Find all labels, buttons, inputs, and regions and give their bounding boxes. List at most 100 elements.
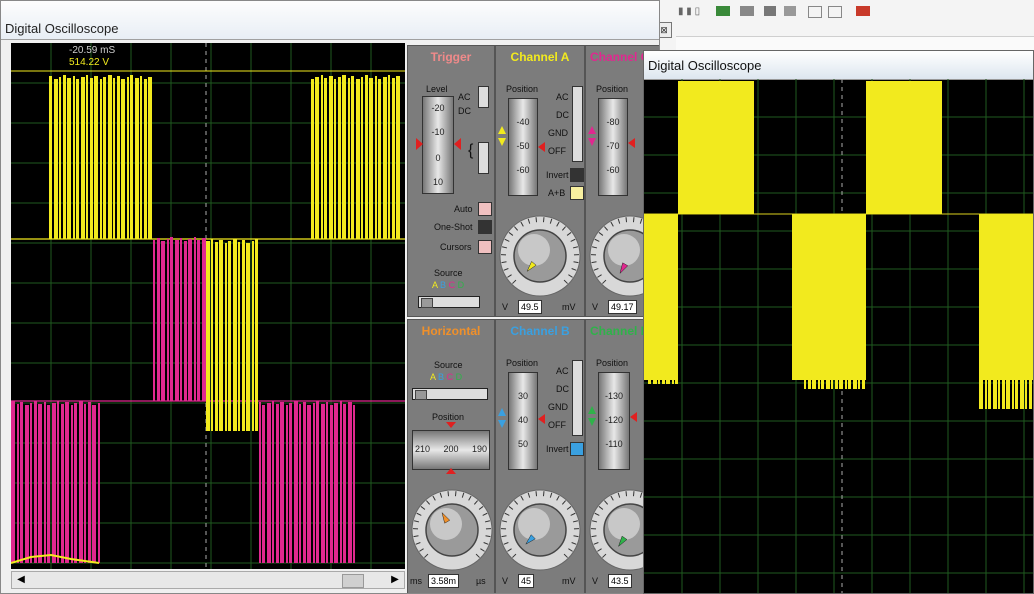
channel-c-burst [17,404,19,563]
position-marker-icon [446,422,456,428]
channel-a-burst [228,241,231,431]
channel-c-position-drum[interactable]: -80 -70 -60 [598,98,628,196]
channel-c-burst [353,405,355,563]
position-up-icon[interactable] [498,126,506,134]
position-down-icon[interactable] [498,138,506,146]
aplusb-label: A+B [548,188,566,198]
timebase-knob[interactable] [410,476,494,581]
horizontal-position-drum[interactable]: 210 200 190 [412,430,490,470]
channel-a-burst [979,214,983,409]
toolbar-icon[interactable] [740,6,754,16]
channel-a-burst [206,241,210,431]
scroll-left-icon[interactable]: ◀ [14,573,28,587]
toolbar-icon[interactable] [856,6,870,16]
dial-tick [447,491,450,497]
horizontal-source-slider[interactable] [412,388,488,400]
coupling-switch[interactable] [572,360,583,436]
auto-button[interactable] [478,202,492,216]
channel-c-burst [175,240,179,401]
channel-a-burst [144,79,147,239]
channel-a-burst [1025,214,1027,409]
channel-a-burst [86,75,88,239]
position-up-icon[interactable] [498,408,506,416]
coupling-switch[interactable] [572,86,583,162]
source-d-label: D [455,372,463,382]
toolbar-icon[interactable] [784,6,796,16]
ac-dc-switch[interactable] [478,86,489,108]
scroll-right-icon[interactable]: ▶ [388,573,402,587]
source-a-label: A [430,372,436,382]
channel-a-burst [215,242,218,431]
channel-a-position-drum[interactable]: -40 -50 -60 [508,98,538,196]
toolbar-icon[interactable] [808,6,822,18]
dial-tick [535,217,538,223]
channel-a-title: Channel A [510,50,570,64]
channel-d-value[interactable]: 43.5 [608,574,632,588]
toolbar-icon[interactable] [828,6,842,18]
invert-button[interactable] [570,168,584,182]
toolbar-icon[interactable] [716,6,730,16]
channel-a-volts-knob[interactable] [498,202,584,307]
channel-b-volts-knob[interactable] [498,476,584,581]
source-label: Source [434,268,463,278]
position-down-icon[interactable] [588,138,596,146]
one-shot-button[interactable] [478,220,492,234]
channel-c-burst [92,405,96,563]
horizontal-scrollbar[interactable]: ◀ ▶ [11,571,405,589]
channel-c-burst [313,403,315,563]
channel-b-value[interactable]: 45 [518,574,535,588]
channel-c-burst [334,403,338,563]
channel-a-burst [211,239,213,431]
channel-a-burst [835,218,838,389]
channel-c-burst [74,403,77,563]
channel-a-burst [831,215,833,389]
off-label: OFF [548,420,566,430]
channel-c-value[interactable]: 49.17 [608,300,637,314]
scope-trace-area[interactable] [644,79,1034,594]
toolbar-icon[interactable] [764,6,776,16]
channel-a-burst [985,217,987,409]
invert-button[interactable] [570,442,584,456]
source-slider[interactable] [418,296,480,308]
channel-c-burst [303,402,306,563]
channel-c-burst [30,403,32,563]
channel-a-burst [73,76,75,239]
level-drum[interactable]: -20 -10 0 10 [422,96,454,194]
unit-right-label: µs [476,576,486,586]
channel-d-position-drum[interactable]: -130 -120 -110 [598,372,630,470]
channel-a-burst [90,78,93,239]
source-a-label: A [432,280,438,290]
source-d-label: D [457,280,465,290]
channel-a-burst [94,76,98,239]
channel-a-burst [121,79,125,239]
toolbar-icon[interactable]: ▮ ▮ ▯ [678,6,700,18]
channel-a-burst [666,217,670,384]
channel-c-burst [25,405,29,563]
channel-a-burst [255,239,258,431]
scroll-thumb[interactable] [342,574,364,588]
position-up-icon[interactable] [588,406,596,414]
position-up-icon[interactable] [588,126,596,134]
channel-a-burst [246,243,250,431]
channel-b-position-drum[interactable]: 30 40 50 [508,372,538,470]
channel-a-burst [329,76,333,239]
position-down-icon[interactable] [498,420,506,428]
ac-label: AC [458,92,471,102]
channel-a-value[interactable]: 49.5 [518,300,542,314]
position-label: Position [506,358,539,368]
channel-a-burst [808,215,811,389]
aplusb-button[interactable] [570,186,584,200]
source-slider-thumb[interactable] [421,298,433,308]
channel-c-burst [188,239,192,401]
position-down-icon[interactable] [588,418,596,426]
scope-screen[interactable]: -20.59 mS 514.22 V [10,43,405,569]
source-slider-thumb[interactable] [415,390,427,400]
timebase-value[interactable]: 3.58m [428,574,460,588]
cursors-button[interactable] [478,240,492,254]
edge-switch[interactable] [478,142,489,174]
channel-a-burst [826,217,830,389]
channel-c-burst [348,402,352,563]
unit-right-label: mV [562,302,576,312]
dc-label: DC [556,110,569,120]
channel-a-burst [351,76,354,239]
